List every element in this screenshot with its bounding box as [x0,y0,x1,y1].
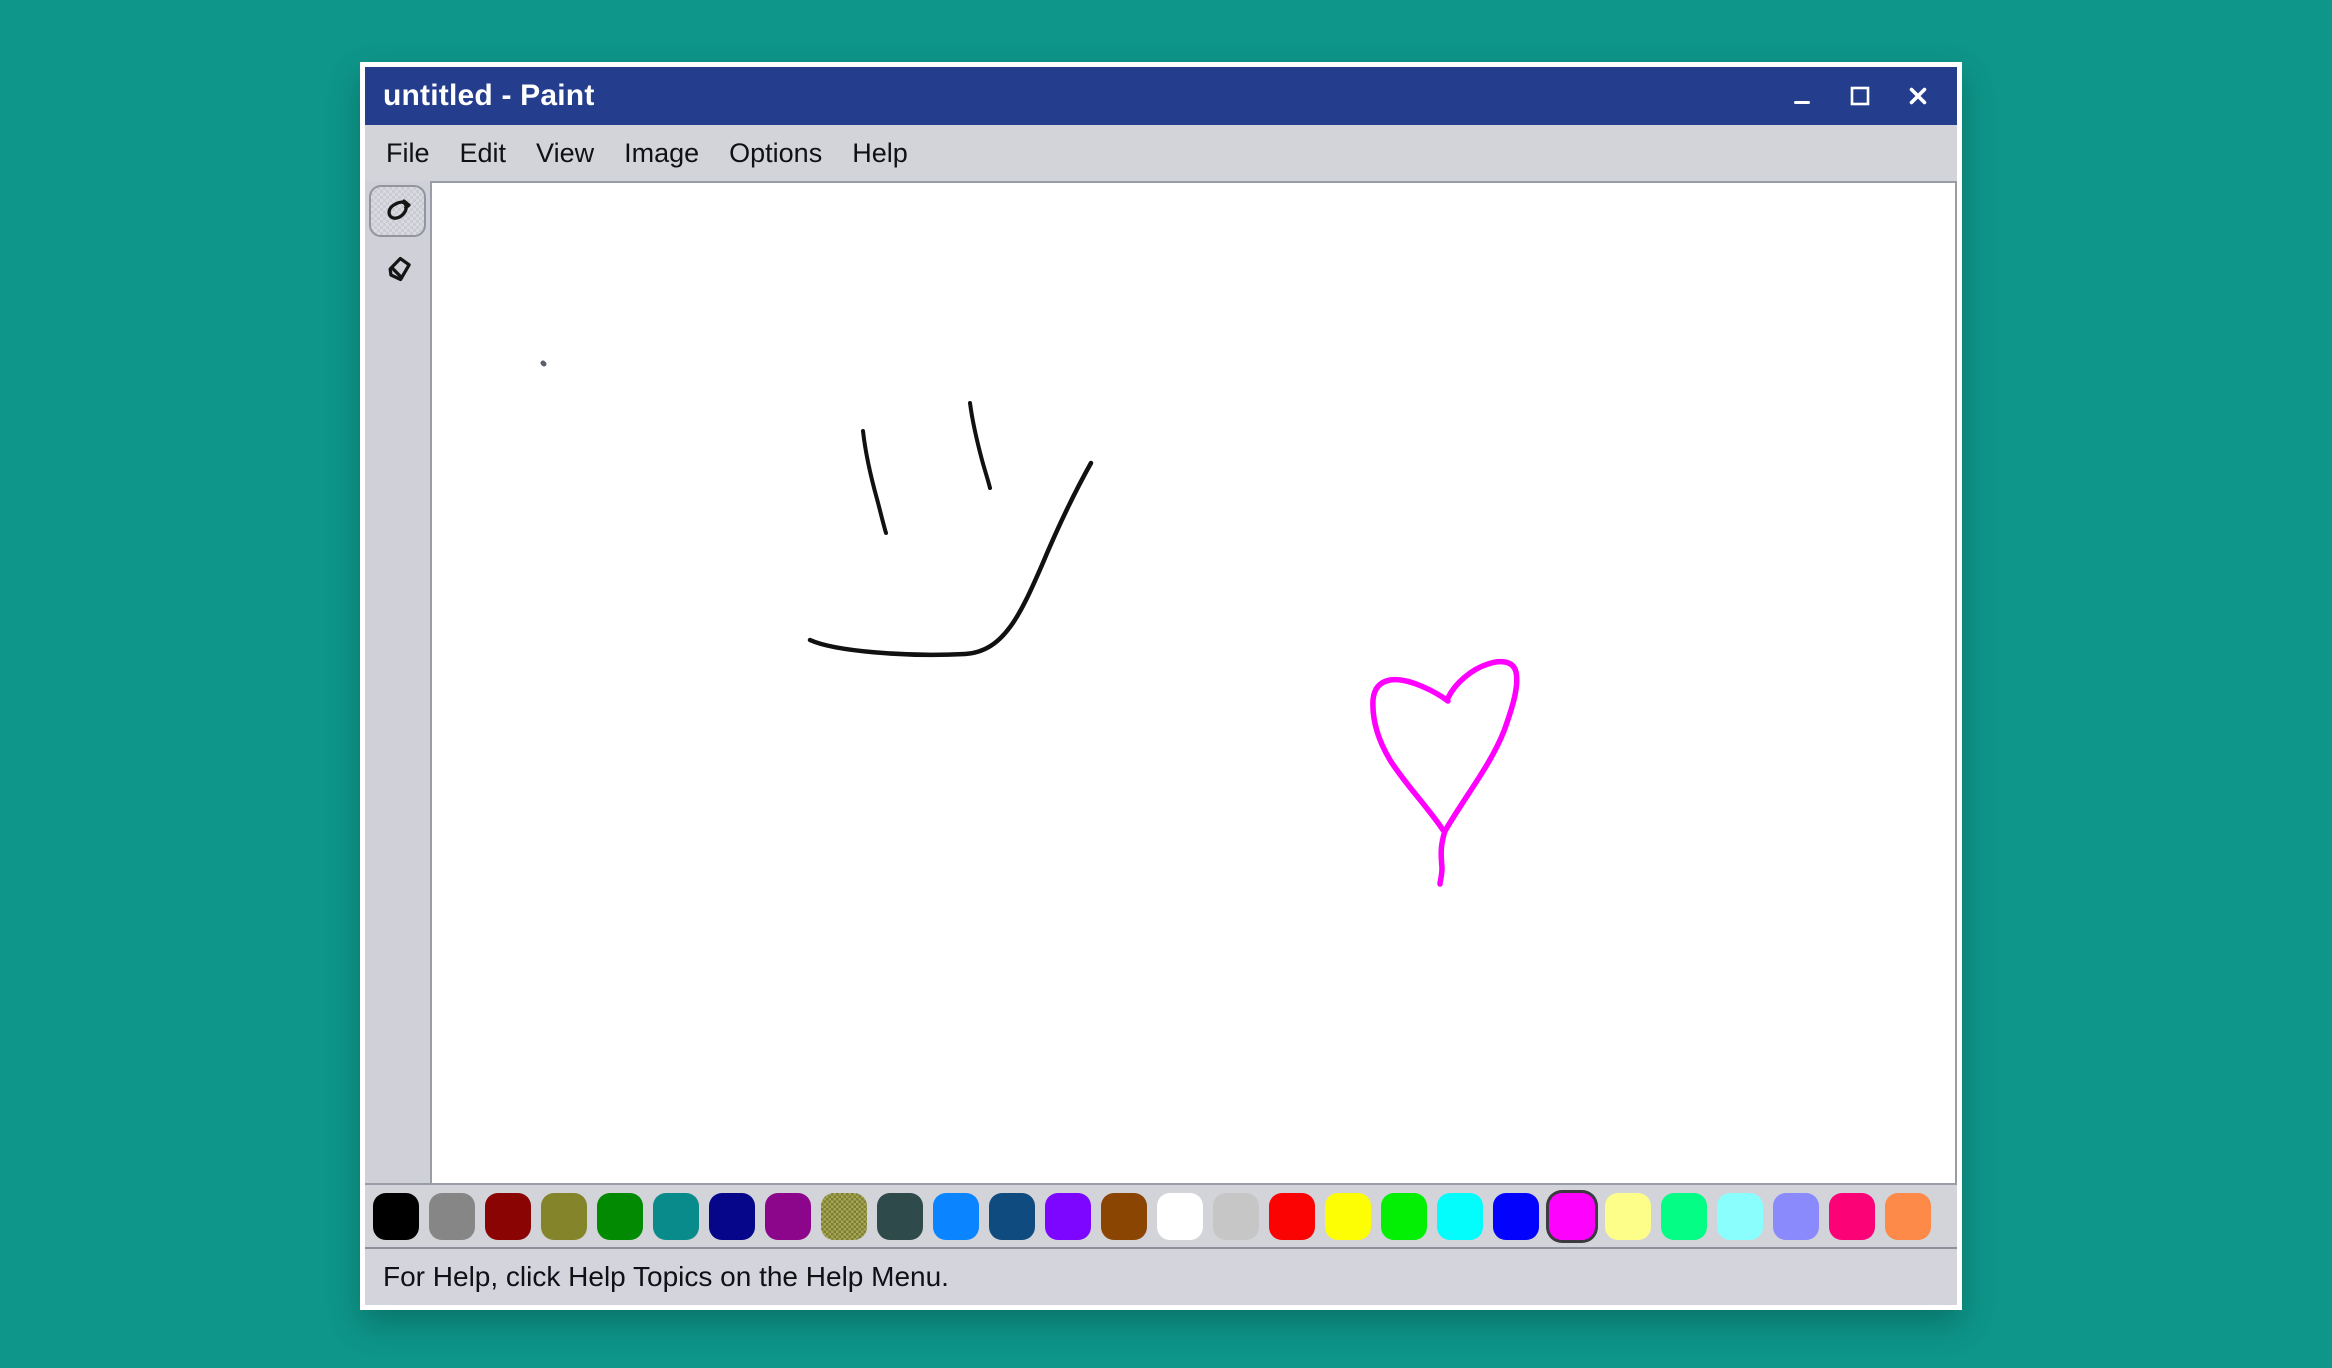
menu-item-help[interactable]: Help [837,138,923,169]
color-swatch-5[interactable] [653,1193,699,1240]
color-swatch-2[interactable] [485,1193,531,1240]
color-swatch-7[interactable] [765,1193,811,1240]
color-swatch-13[interactable] [1101,1193,1147,1240]
color-swatch-25[interactable] [1773,1193,1819,1240]
window-controls [1785,79,1957,113]
brush-tool-button[interactable] [369,185,426,237]
color-swatch-3[interactable] [541,1193,587,1240]
minimize-icon [1789,83,1815,109]
menu-bar: FileEditViewImageOptionsHelp [365,125,1957,181]
color-swatch-16[interactable] [1269,1193,1315,1240]
color-swatch-11[interactable] [989,1193,1035,1240]
color-swatch-12[interactable] [1045,1193,1091,1240]
stroke-heart-tail [1440,831,1445,884]
color-swatch-21[interactable] [1549,1193,1595,1240]
color-swatch-17[interactable] [1325,1193,1371,1240]
window-titlebar[interactable]: untitled - Paint [365,67,1957,125]
color-swatch-10[interactable] [933,1193,979,1240]
color-swatch-9[interactable] [877,1193,923,1240]
color-swatch-18[interactable] [1381,1193,1427,1240]
stroke-left-eye [863,431,886,533]
status-bar: For Help, click Help Topics on the Help … [365,1249,1957,1305]
close-icon [1905,83,1931,109]
status-text: For Help, click Help Topics on the Help … [383,1261,949,1293]
stroke-heart-left [1373,680,1448,830]
color-swatch-4[interactable] [597,1193,643,1240]
color-swatch-19[interactable] [1437,1193,1483,1240]
window-content: untitled - Paint [365,67,1957,1305]
main-area [365,181,1957,1185]
color-swatch-8[interactable] [821,1193,867,1240]
menu-item-view[interactable]: View [521,138,609,169]
color-swatch-20[interactable] [1493,1193,1539,1240]
stroke-stray-dot [543,363,544,364]
tool-strip [365,181,430,1183]
color-swatch-1[interactable] [429,1193,475,1240]
window-title: untitled - Paint [365,79,595,113]
stroke-right-eye [970,403,990,488]
maximize-button[interactable] [1843,79,1877,113]
color-swatch-26[interactable] [1829,1193,1875,1240]
desktop: { "desktop": { "background_color": "#0e9… [0,0,2332,1368]
canvas-drawing [432,183,1955,1183]
menu-item-options[interactable]: Options [714,138,837,169]
eraser-icon [381,252,415,286]
brush-icon [381,194,415,228]
color-swatch-0[interactable] [373,1193,419,1240]
color-swatch-14[interactable] [1157,1193,1203,1240]
color-swatch-23[interactable] [1661,1193,1707,1240]
minimize-button[interactable] [1785,79,1819,113]
color-swatch-27[interactable] [1885,1193,1931,1240]
stroke-smile [810,463,1091,655]
menu-item-image[interactable]: Image [609,138,714,169]
color-palette [365,1185,1957,1247]
close-button[interactable] [1901,79,1935,113]
menu-item-file[interactable]: File [371,138,445,169]
paint-window: untitled - Paint [360,62,1962,1310]
color-swatch-15[interactable] [1213,1193,1259,1240]
stroke-heart-right [1445,662,1517,831]
drawing-canvas[interactable] [430,181,1957,1183]
maximize-icon [1847,83,1873,109]
color-swatch-22[interactable] [1605,1193,1651,1240]
color-swatch-24[interactable] [1717,1193,1763,1240]
color-swatch-6[interactable] [709,1193,755,1240]
eraser-tool-button[interactable] [369,243,426,295]
menu-item-edit[interactable]: Edit [445,138,522,169]
